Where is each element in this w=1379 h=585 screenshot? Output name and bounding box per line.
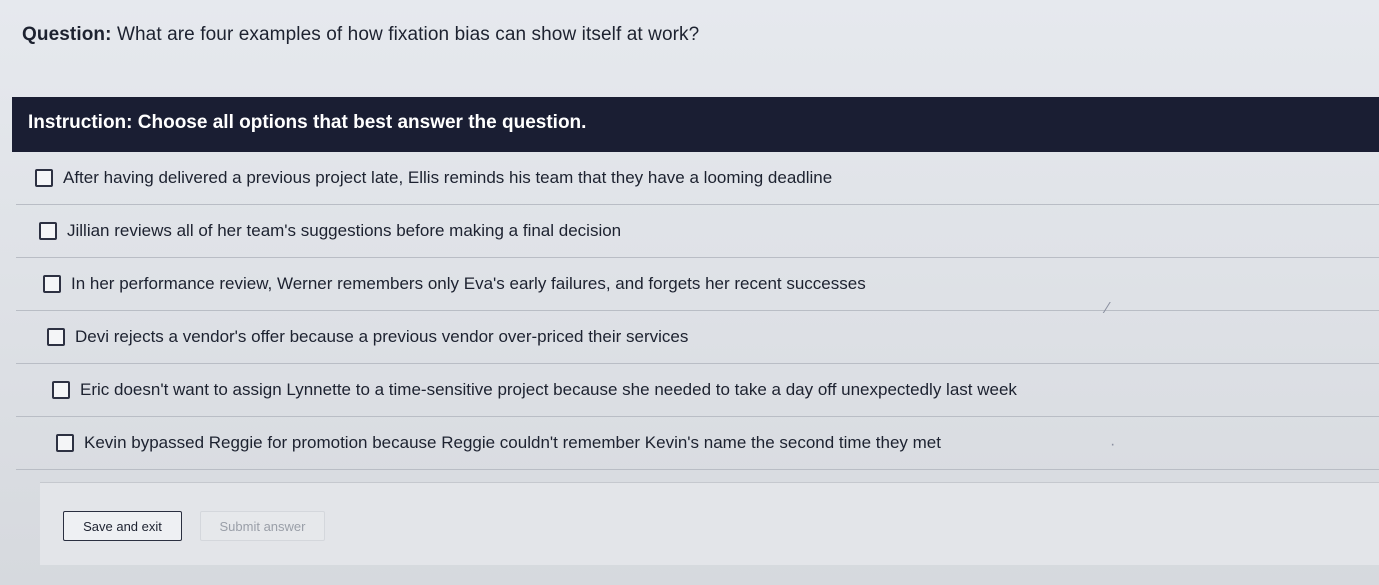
stray-pen-mark: ·	[1110, 436, 1116, 453]
checkbox-icon[interactable]	[47, 328, 65, 346]
instruction-text: Instruction: Choose all options that bes…	[28, 112, 587, 133]
instruction-bar: Instruction: Choose all options that bes…	[12, 97, 1379, 152]
checkbox-icon[interactable]	[35, 169, 53, 187]
checkbox-icon[interactable]	[52, 381, 70, 399]
submit-answer-button[interactable]: Submit answer	[200, 511, 325, 541]
options-list: After having delivered a previous projec…	[16, 152, 1379, 470]
checkbox-icon[interactable]	[56, 434, 74, 452]
question-body: What are four examples of how fixation b…	[116, 24, 700, 45]
option-label: In her performance review, Werner rememb…	[71, 274, 866, 293]
option-label: Devi rejects a vendor's offer because a …	[75, 327, 689, 346]
option-label: Jillian reviews all of her team's sugges…	[67, 221, 622, 240]
checkbox-icon[interactable]	[43, 275, 61, 293]
option-1[interactable]: After having delivered a previous projec…	[16, 152, 1379, 205]
quiz-page: Question: What are four examples of how …	[0, 0, 1379, 585]
stray-pen-mark: ⁄	[1106, 300, 1109, 317]
option-3[interactable]: In her performance review, Werner rememb…	[16, 258, 1379, 311]
option-label: Kevin bypassed Reggie for promotion beca…	[84, 433, 941, 452]
option-label: After having delivered a previous projec…	[63, 168, 833, 187]
save-and-exit-button[interactable]: Save and exit	[63, 511, 182, 541]
option-6[interactable]: Kevin bypassed Reggie for promotion beca…	[16, 417, 1379, 470]
option-5[interactable]: Eric doesn't want to assign Lynnette to …	[16, 364, 1379, 417]
option-2[interactable]: Jillian reviews all of her team's sugges…	[16, 205, 1379, 258]
question-label: Question:	[22, 24, 112, 45]
checkbox-icon[interactable]	[39, 222, 57, 240]
question-text: Question: What are four examples of how …	[22, 24, 699, 46]
option-label: Eric doesn't want to assign Lynnette to …	[80, 380, 1017, 399]
option-4[interactable]: Devi rejects a vendor's offer because a …	[16, 311, 1379, 364]
footer-bar: Save and exit Submit answer	[40, 482, 1379, 565]
